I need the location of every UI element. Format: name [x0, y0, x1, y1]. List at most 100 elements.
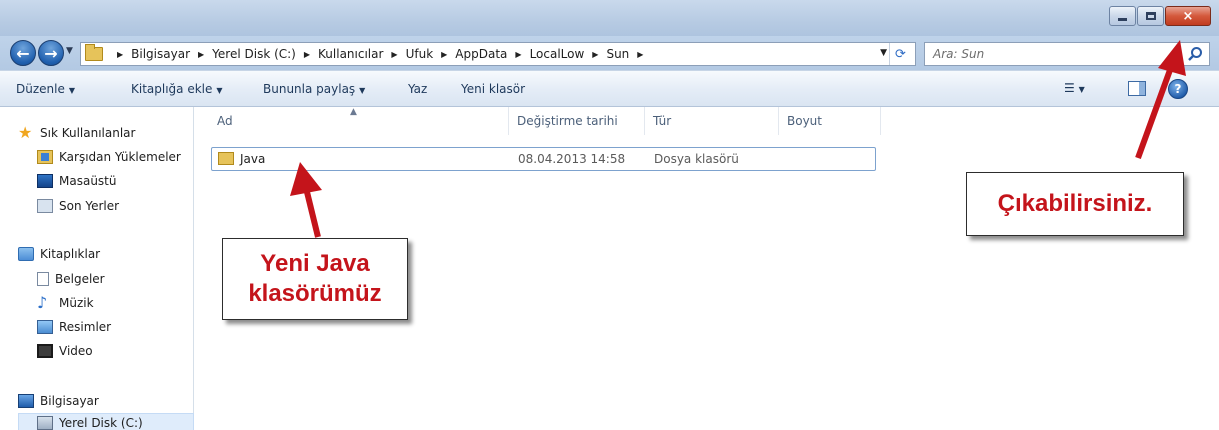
- view-details-icon: ☰: [1064, 81, 1075, 95]
- chevron-right-icon[interactable]: ▶: [391, 50, 397, 59]
- exit-callout: Çıkabilirsiniz.: [966, 172, 1184, 236]
- close-icon: ×: [1182, 8, 1194, 24]
- refresh-icon: ⟳: [895, 46, 906, 62]
- sidebar-item-recent-places[interactable]: Son Yerler: [37, 196, 119, 216]
- computer-icon: [18, 394, 34, 408]
- back-button[interactable]: ←: [10, 40, 36, 66]
- video-icon: [37, 344, 53, 358]
- arrow-left-icon: ←: [16, 43, 30, 63]
- address-history-dropdown[interactable]: ▼: [880, 48, 887, 58]
- maximize-icon: [1145, 12, 1156, 20]
- add-to-library-menu[interactable]: Kitaplığa ekle ▼: [131, 82, 223, 96]
- sidebar-item-desktop[interactable]: Masaüstü: [37, 171, 116, 191]
- share-with-menu[interactable]: Bununla paylaş ▼: [263, 82, 365, 96]
- new-folder-button[interactable]: Yeni klasör: [461, 82, 525, 96]
- chevron-right-icon[interactable]: ▶: [198, 50, 204, 59]
- pictures-icon: [37, 320, 53, 334]
- callout-line: klasörümüz: [248, 280, 382, 307]
- navigation-bar: ← → ▼ ▶ Bilgisayar ▶ Yerel Disk (C:) ▶ K…: [0, 36, 1219, 70]
- sidebar-header-label: Sık Kullanılanlar: [40, 126, 136, 140]
- search-placeholder: Ara: Sun: [933, 47, 985, 61]
- recent-pages-dropdown[interactable]: ▼: [66, 46, 73, 56]
- table-row[interactable]: Java 08.04.2013 14:58 Dosya klasörü: [211, 147, 876, 171]
- column-header-name[interactable]: Ad: [209, 107, 509, 135]
- minimize-icon: [1118, 17, 1127, 21]
- forward-button[interactable]: →: [38, 40, 64, 66]
- sidebar-item-pictures[interactable]: Resimler: [37, 317, 111, 337]
- preview-pane-button[interactable]: [1128, 81, 1146, 96]
- breadcrumb-item[interactable]: Sun: [606, 47, 629, 61]
- breadcrumb-item[interactable]: Kullanıcılar: [318, 47, 383, 61]
- document-icon: [37, 272, 49, 286]
- sidebar-item-label: Video: [59, 344, 93, 358]
- sidebar-item-label: Yerel Disk (C:): [59, 416, 143, 430]
- breadcrumb-item[interactable]: Yerel Disk (C:): [212, 47, 296, 61]
- chevron-right-icon[interactable]: ▶: [441, 50, 447, 59]
- sidebar-header-label: Bilgisayar: [40, 394, 99, 408]
- downloads-folder-icon: [37, 150, 53, 164]
- chevron-right-icon[interactable]: ▶: [515, 50, 521, 59]
- add-to-library-label: Kitaplığa ekle: [131, 82, 213, 96]
- callout-text: Çıkabilirsiniz.: [997, 190, 1153, 217]
- burn-label: Yaz: [408, 82, 428, 96]
- change-view-button[interactable]: ☰ ▼: [1064, 81, 1085, 95]
- sidebar-item-label: Son Yerler: [59, 199, 120, 213]
- chevron-down-icon: ▼: [216, 86, 223, 95]
- burn-button[interactable]: Yaz: [408, 82, 427, 96]
- sidebar-item-downloads[interactable]: Karşıdan Yüklemeler: [37, 147, 181, 167]
- sidebar-item-computer[interactable]: Bilgisayar: [18, 391, 99, 411]
- hard-disk-icon: [37, 416, 53, 430]
- column-header-type[interactable]: Tür: [645, 107, 779, 135]
- column-header-label: Tür: [653, 114, 672, 128]
- sidebar-item-favorites[interactable]: ★ Sık Kullanılanlar: [18, 123, 135, 143]
- java-folder-callout: Yeni Java klasörümüz: [222, 238, 408, 320]
- breadcrumb-item[interactable]: AppData: [455, 47, 507, 61]
- breadcrumb-item[interactable]: Ufuk: [406, 47, 434, 61]
- music-note-icon: ♪: [37, 293, 48, 312]
- column-header-label: Boyut: [787, 114, 822, 128]
- sidebar-item-documents[interactable]: Belgeler: [37, 269, 105, 289]
- sidebar-item-label: Karşıdan Yüklemeler: [59, 150, 181, 164]
- sidebar-item-libraries[interactable]: Kitaplıklar: [18, 244, 100, 264]
- column-header-label: Ad: [217, 114, 233, 128]
- folder-icon: [85, 44, 103, 61]
- sidebar-item-videos[interactable]: Video: [37, 341, 93, 361]
- help-button[interactable]: ?: [1168, 79, 1188, 99]
- chevron-right-icon[interactable]: ▶: [637, 50, 643, 59]
- search-input[interactable]: Ara: Sun: [924, 42, 1210, 66]
- organize-label: Düzenle: [16, 82, 65, 96]
- chevron-down-icon: ▼: [66, 46, 73, 56]
- file-name: Java: [240, 152, 266, 166]
- chevron-right-icon[interactable]: ▶: [117, 50, 123, 59]
- folder-icon: [218, 152, 234, 165]
- maximize-button[interactable]: [1137, 6, 1164, 26]
- sidebar-item-label: Masaüstü: [59, 174, 117, 188]
- minimize-button[interactable]: [1109, 6, 1136, 26]
- organize-menu[interactable]: Düzenle ▼: [16, 82, 75, 96]
- chevron-right-icon[interactable]: ▶: [592, 50, 598, 59]
- breadcrumb-item[interactable]: LocalLow: [530, 47, 585, 61]
- libraries-icon: [18, 247, 34, 261]
- sidebar-item-label: Belgeler: [55, 272, 105, 286]
- address-bar[interactable]: ▶ Bilgisayar ▶ Yerel Disk (C:) ▶ Kullanı…: [80, 42, 916, 66]
- file-type: Dosya klasörü: [654, 152, 739, 166]
- chevron-right-icon[interactable]: ▶: [304, 50, 310, 59]
- sidebar-item-music[interactable]: ♪ Müzik: [37, 293, 94, 313]
- breadcrumb-item[interactable]: Bilgisayar: [131, 47, 190, 61]
- chevron-down-icon: ▼: [1078, 85, 1085, 94]
- sidebar-item-local-disk[interactable]: Yerel Disk (C:): [18, 413, 194, 430]
- column-header-size[interactable]: Boyut: [779, 107, 881, 135]
- column-header-date[interactable]: Değiştirme tarihi: [509, 107, 645, 135]
- recent-places-icon: [37, 199, 53, 213]
- refresh-button[interactable]: ⟳: [889, 43, 911, 65]
- window-controls: ×: [1108, 6, 1211, 26]
- new-folder-label: Yeni klasör: [461, 82, 526, 96]
- column-header-label: Değiştirme tarihi: [517, 114, 618, 128]
- chevron-down-icon: ▼: [359, 86, 366, 95]
- sidebar-header-label: Kitaplıklar: [40, 247, 101, 261]
- close-button[interactable]: ×: [1165, 6, 1211, 26]
- sidebar-item-label: Resimler: [59, 320, 112, 334]
- arrow-right-icon: →: [44, 43, 58, 63]
- chevron-down-icon: ▼: [68, 86, 76, 95]
- search-icon[interactable]: [1187, 46, 1203, 62]
